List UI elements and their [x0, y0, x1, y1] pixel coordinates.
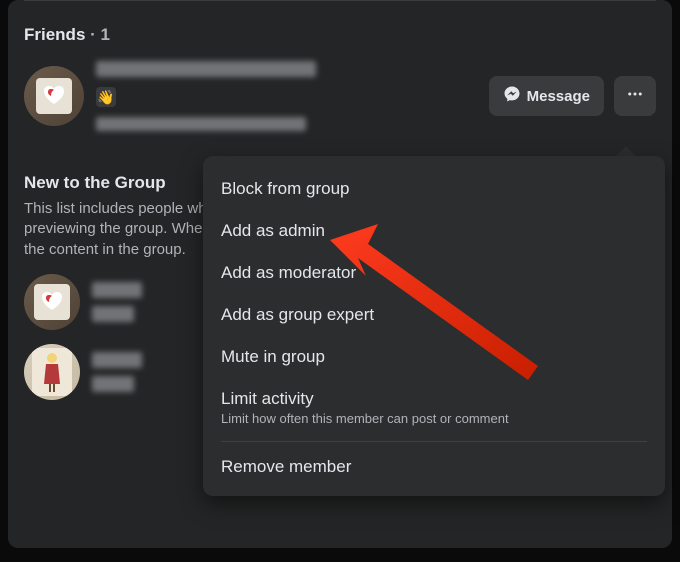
member-actions-menu: Block from group Add as admin Add as mod…	[203, 156, 665, 496]
friends-sep: ·	[85, 25, 100, 44]
avatar[interactable]	[24, 274, 80, 330]
avatar[interactable]	[24, 66, 84, 126]
avatar[interactable]	[24, 344, 80, 400]
figure-avatar-graphic	[32, 348, 72, 396]
friends-label: Friends	[24, 25, 85, 44]
menu-divider	[221, 441, 647, 442]
more-actions-button[interactable]	[614, 76, 656, 116]
menu-item-add-admin[interactable]: Add as admin	[203, 210, 665, 252]
menu-item-limit[interactable]: Limit activity Limit how often this memb…	[203, 378, 665, 437]
redacted-meta	[92, 306, 134, 322]
friends-section-title: Friends · 1	[24, 11, 656, 55]
wave-icon[interactable]: 👋	[96, 87, 116, 107]
menu-item-label: Remove member	[221, 457, 351, 476]
member-actions: Message	[489, 76, 656, 116]
member-row: 👋 Message	[24, 55, 656, 145]
menu-item-label: Block from group	[221, 179, 350, 198]
friends-count: 1	[101, 25, 110, 44]
menu-item-add-moderator[interactable]: Add as moderator	[203, 252, 665, 294]
redacted-name	[92, 282, 142, 298]
menu-item-block[interactable]: Block from group	[203, 168, 665, 210]
menu-item-label: Mute in group	[221, 347, 325, 366]
ellipsis-icon	[626, 85, 644, 107]
menu-item-label: Limit activity	[221, 389, 314, 408]
menu-item-remove[interactable]: Remove member	[203, 446, 665, 488]
heart-avatar-graphic	[34, 284, 70, 320]
messenger-icon	[503, 85, 521, 107]
menu-item-sublabel: Limit how often this member can post or …	[221, 411, 647, 426]
desc-l3: the content in the group.	[24, 241, 186, 258]
redacted-name	[92, 352, 142, 368]
menu-item-label: Add as admin	[221, 221, 325, 240]
member-details: 👋	[96, 61, 489, 131]
message-button-label: Message	[527, 88, 590, 105]
redacted-name	[96, 61, 316, 77]
message-button[interactable]: Message	[489, 76, 604, 116]
new-section-label: New to the Group	[24, 173, 166, 192]
members-panel: Friends · 1 👋 Message	[8, 0, 672, 548]
menu-item-add-expert[interactable]: Add as group expert	[203, 294, 665, 336]
redacted-meta	[96, 117, 306, 131]
top-divider	[24, 0, 656, 5]
dropdown-menu: Block from group Add as admin Add as mod…	[203, 156, 665, 496]
menu-item-mute[interactable]: Mute in group	[203, 336, 665, 378]
heart-avatar-graphic	[36, 78, 72, 114]
redacted-meta	[92, 376, 134, 392]
menu-item-label: Add as group expert	[221, 305, 374, 324]
menu-item-label: Add as moderator	[221, 263, 356, 282]
